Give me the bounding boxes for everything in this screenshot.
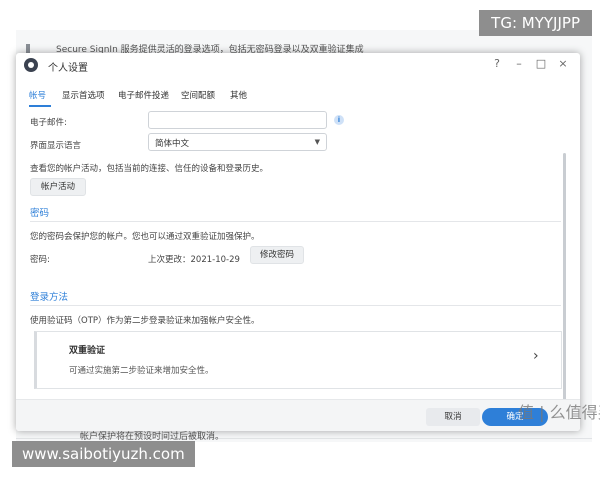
password-section-title: 密码 bbox=[30, 208, 50, 219]
language-select-value: 简体中文 bbox=[155, 139, 190, 149]
chevron-down-icon: ▼ bbox=[314, 138, 320, 146]
two-factor-title: 双重验证 bbox=[69, 346, 106, 356]
language-select[interactable]: 简体中文 ▼ bbox=[148, 133, 327, 151]
email-label: 电子邮件: bbox=[30, 118, 67, 128]
login-section-title: 登录方法 bbox=[30, 292, 69, 303]
tab-other[interactable]: 其他 bbox=[230, 89, 247, 101]
password-label: 密码: bbox=[30, 255, 50, 265]
tab-quota[interactable]: 空间配额 bbox=[181, 89, 215, 101]
chevron-right-icon[interactable]: › bbox=[533, 348, 539, 364]
language-label: 界面显示语言 bbox=[30, 141, 82, 151]
dialog-titlebar[interactable]: 个人设置 ? – □ × bbox=[16, 53, 580, 77]
watermark-bottom: www.saibotiyuzh.com bbox=[12, 441, 195, 467]
change-password-button[interactable]: 修改密码 bbox=[250, 246, 304, 264]
brand-watermark: 值 | 么值得买 bbox=[518, 403, 600, 422]
section-divider bbox=[30, 305, 561, 306]
minimize-button[interactable]: – bbox=[510, 56, 528, 72]
activity-description: 查看您的帐户活动，包括当前的连接、信任的设备和登录历史。 bbox=[30, 164, 269, 174]
tab-email-delivery[interactable]: 电子邮件投递 bbox=[118, 89, 169, 101]
active-tab-indicator bbox=[29, 105, 51, 107]
password-last-changed: 上次更改：2021-10-29 bbox=[148, 255, 240, 265]
personal-settings-dialog: 个人设置 ? – □ × 帐号 显示首选项 电子邮件投递 空间配额 其他 电子邮… bbox=[16, 53, 580, 431]
cancel-button[interactable]: 取消 bbox=[426, 408, 480, 426]
dialog-title: 个人设置 bbox=[48, 63, 88, 74]
close-button[interactable]: × bbox=[554, 56, 572, 72]
section-divider bbox=[30, 221, 561, 222]
scrollbar[interactable] bbox=[563, 153, 566, 411]
password-description: 您的密码会保护您的帐户。您也可以通过双重验证加强保护。 bbox=[30, 232, 260, 242]
tab-display-preferences[interactable]: 显示首选项 bbox=[62, 89, 105, 101]
two-factor-description: 可通过实施第二步验证来增加安全性。 bbox=[69, 366, 214, 376]
account-activity-button[interactable]: 帐户活动 bbox=[30, 178, 86, 196]
maximize-button[interactable]: □ bbox=[532, 56, 550, 72]
two-factor-card[interactable]: 双重验证 可通过实施第二步验证来增加安全性。 › bbox=[34, 331, 562, 389]
info-icon[interactable]: i bbox=[334, 115, 344, 125]
settings-app-icon bbox=[24, 58, 38, 72]
email-field[interactable] bbox=[148, 111, 327, 129]
dialog-footer: 取消 确定 bbox=[16, 399, 580, 431]
tab-account[interactable]: 帐号 bbox=[29, 89, 46, 101]
tab-bar: 帐号 显示首选项 电子邮件投递 空间配额 其他 bbox=[16, 89, 580, 105]
watermark-top: TG: MYYJJPP bbox=[479, 10, 592, 36]
help-button[interactable]: ? bbox=[488, 56, 506, 72]
login-description: 使用验证码（OTP）作为第二步登录验证来加强帐户安全性。 bbox=[30, 316, 260, 326]
